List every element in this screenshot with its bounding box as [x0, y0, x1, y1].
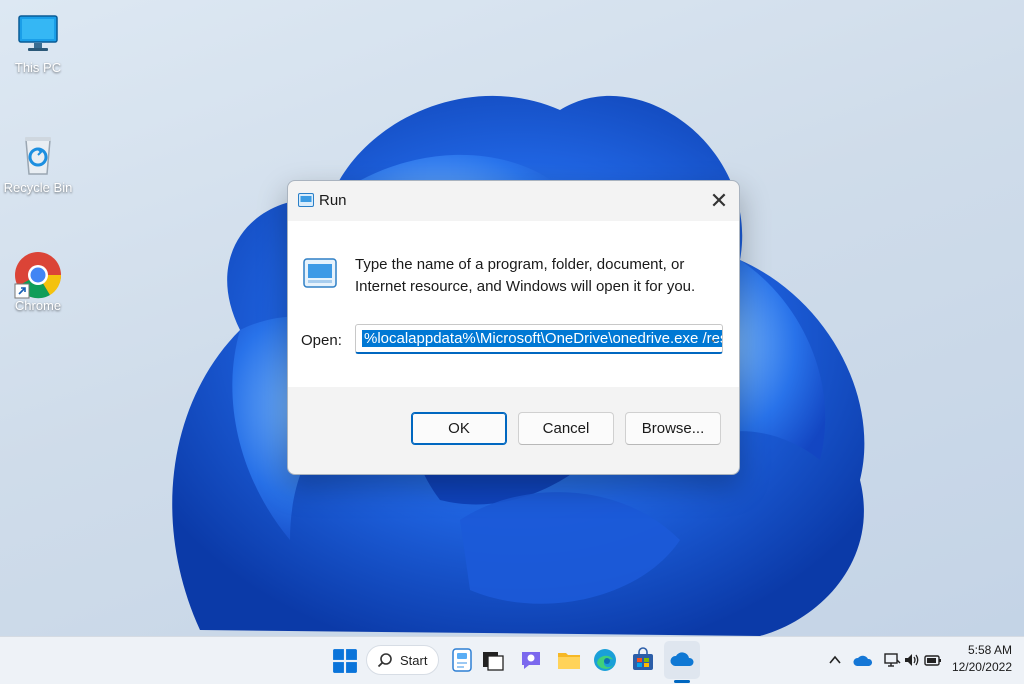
recycle-bin-icon	[16, 132, 60, 176]
search-icon	[377, 653, 392, 668]
desktop-icon-recycle-bin[interactable]: Recycle Bin	[0, 132, 76, 195]
clock-date: 12/20/2022	[951, 660, 1012, 674]
cancel-button[interactable]: Cancel	[518, 412, 614, 445]
monitor-icon	[16, 12, 60, 56]
windows-start-icon[interactable]	[332, 648, 358, 674]
edge-icon[interactable]	[592, 647, 618, 673]
open-input-value: %localappdata%\Microsoft\OneDrive\onedri…	[362, 330, 722, 347]
desktop-icon-label: Chrome	[14, 298, 62, 313]
desktop-icon-label: This PC	[14, 60, 62, 75]
system-clock[interactable]: 5:58 AM 12/20/2022	[944, 642, 1012, 676]
dialog-title: Run	[319, 192, 347, 209]
widgets-icon[interactable]	[449, 647, 475, 673]
chevron-up-icon[interactable]	[826, 651, 844, 669]
ok-button[interactable]: OK	[411, 412, 507, 445]
chrome-icon	[14, 250, 62, 299]
chevron-down-icon[interactable]: ⌄	[709, 332, 718, 345]
volume-icon[interactable]	[903, 651, 921, 669]
file-explorer-icon[interactable]	[556, 647, 582, 673]
run-dialog: Run ✕ Type the name of a program, folder…	[287, 180, 740, 475]
chat-icon[interactable]	[518, 647, 544, 673]
onedrive-cloud-icon[interactable]	[853, 651, 873, 669]
taskbar: Start 5:58 AM 12/20/2022	[0, 636, 1024, 684]
onedrive-icon[interactable]	[669, 647, 695, 673]
run-program-icon	[303, 258, 337, 288]
task-view-icon[interactable]	[480, 647, 506, 673]
run-dialog-body: Type the name of a program, folder, docu…	[288, 221, 739, 387]
search-box[interactable]: Start	[366, 645, 439, 675]
battery-icon[interactable]	[924, 651, 942, 669]
dialog-description: Type the name of a program, folder, docu…	[355, 256, 696, 295]
store-icon[interactable]	[630, 647, 656, 673]
clock-time: 5:58 AM	[967, 643, 1012, 657]
desktop-icon-chrome[interactable]: Chrome	[0, 250, 76, 313]
run-app-icon	[298, 193, 314, 207]
desktop-icon-label: Recycle Bin	[3, 180, 73, 195]
run-titlebar[interactable]: Run ✕	[288, 181, 739, 221]
desktop-icon-this-pc[interactable]: This PC	[0, 12, 76, 75]
display-icon[interactable]	[883, 651, 901, 669]
open-command-input[interactable]: %localappdata%\Microsoft\OneDrive\onedri…	[355, 324, 723, 354]
browse-button[interactable]: Browse...	[625, 412, 721, 445]
close-icon[interactable]: ✕	[699, 181, 739, 221]
search-label: Start	[400, 653, 428, 668]
open-label: Open:	[301, 332, 342, 349]
